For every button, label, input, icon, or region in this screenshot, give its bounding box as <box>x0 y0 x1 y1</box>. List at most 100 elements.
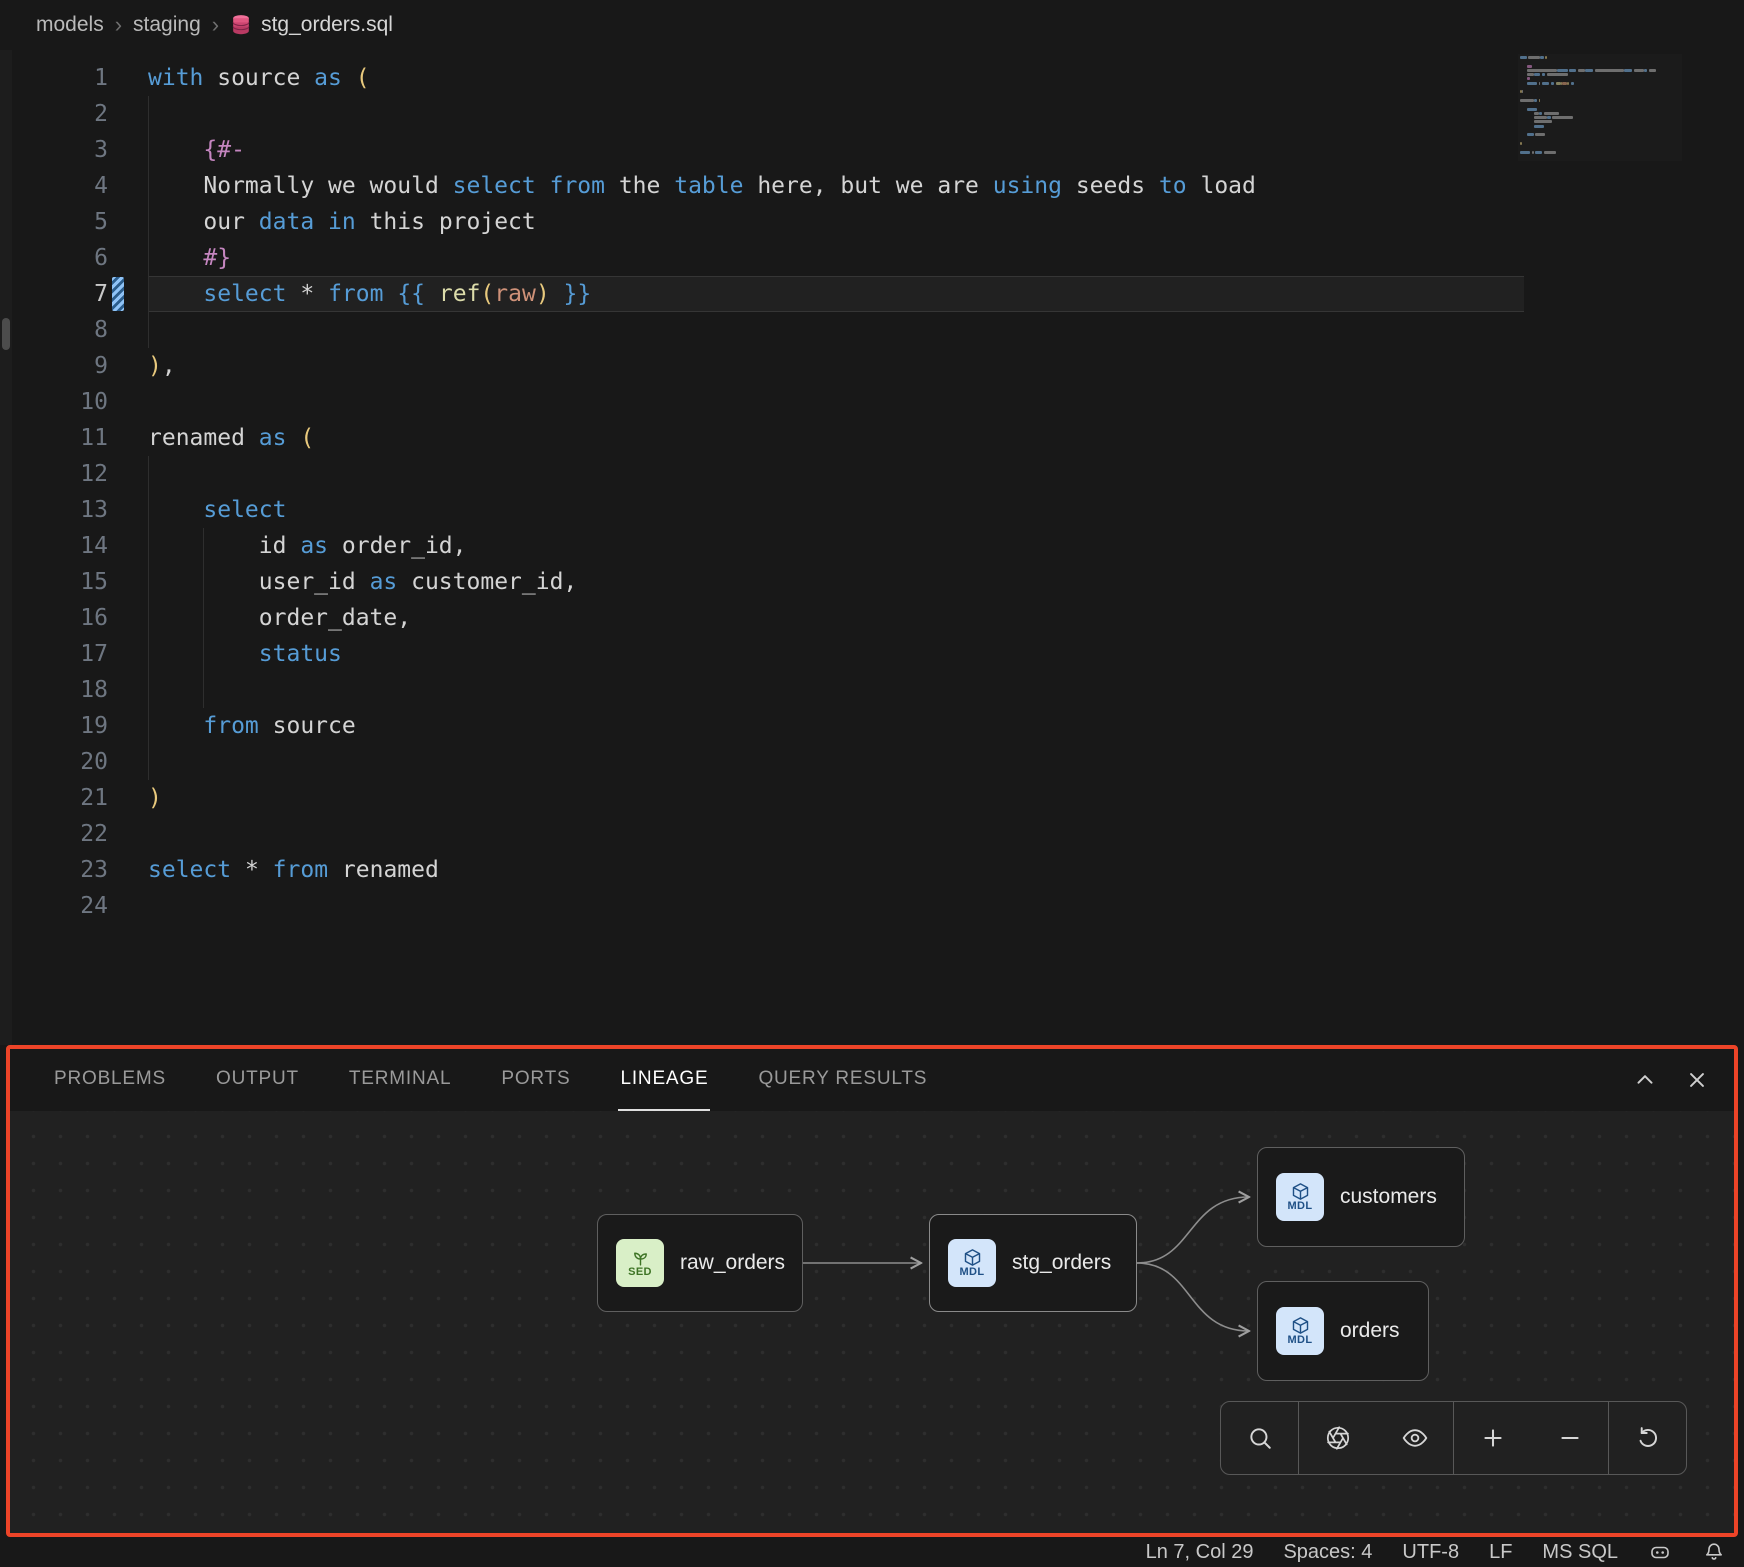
code-line-6[interactable]: 6 #} <box>12 240 1744 276</box>
code-line-22[interactable]: 22 <box>12 816 1744 852</box>
code-line-8[interactable]: 8 <box>12 312 1744 348</box>
status-encoding[interactable]: UTF-8 <box>1402 1541 1459 1564</box>
code-line-5[interactable]: 5 our data in this project <box>12 204 1744 240</box>
lineage-node-raw_orders[interactable]: SEDraw_orders <box>597 1214 803 1312</box>
line-number[interactable]: 11 <box>12 420 108 456</box>
line-number[interactable]: 22 <box>12 816 108 852</box>
line-number[interactable]: 7 <box>12 276 108 312</box>
line-number[interactable]: 5 <box>12 204 108 240</box>
eye-button[interactable] <box>1376 1402 1453 1474</box>
search-icon <box>1247 1425 1273 1451</box>
zoom-in-button[interactable] <box>1453 1402 1531 1474</box>
line-number[interactable]: 4 <box>12 168 108 204</box>
line-number[interactable]: 14 <box>12 528 108 564</box>
lineage-node-orders[interactable]: MDLorders <box>1257 1281 1429 1381</box>
line-number[interactable]: 9 <box>12 348 108 384</box>
vscode-window: models›staging› stg_orders.sql 1with sou… <box>0 0 1744 1567</box>
search-button[interactable] <box>1221 1402 1298 1474</box>
minimap-segment <box>1595 69 1624 72</box>
line-number[interactable]: 3 <box>12 132 108 168</box>
editor-area: 1with source as (23 {#-4 Normally we wou… <box>0 50 1744 1045</box>
code-line-14[interactable]: 14 id as order_id, <box>12 528 1744 564</box>
lineage-canvas[interactable]: SEDraw_orders MDLstg_orders MDLcustomers MD… <box>10 1111 1734 1533</box>
line-number[interactable]: 10 <box>12 384 108 420</box>
code-line-15[interactable]: 15 user_id as customer_id, <box>12 564 1744 600</box>
status-eol[interactable]: LF <box>1489 1541 1512 1564</box>
line-number[interactable]: 8 <box>12 312 108 348</box>
code-token: order_id, <box>328 533 466 559</box>
line-number[interactable]: 2 <box>12 96 108 132</box>
code-line-2[interactable]: 2 <box>12 96 1744 132</box>
breadcrumb-file[interactable]: stg_orders.sql <box>230 13 393 37</box>
code-token: user_id <box>148 569 370 595</box>
code-line-17[interactable]: 17 status <box>12 636 1744 672</box>
panel-tab-ports[interactable]: PORTS <box>499 1049 572 1111</box>
code-line-19[interactable]: 19 from source <box>12 708 1744 744</box>
aperture-icon <box>1325 1425 1351 1451</box>
code-line-21[interactable]: 21) <box>12 780 1744 816</box>
line-number[interactable]: 6 <box>12 240 108 276</box>
code-text: select * from renamed <box>148 852 1524 888</box>
bell-icon[interactable] <box>1702 1540 1726 1564</box>
database-icon <box>230 14 252 36</box>
line-number[interactable]: 17 <box>12 636 108 672</box>
line-number[interactable]: 18 <box>12 672 108 708</box>
code-line-1[interactable]: 1with source as ( <box>12 60 1744 96</box>
line-number[interactable]: 21 <box>12 780 108 816</box>
line-number[interactable]: 19 <box>12 708 108 744</box>
code-line-23[interactable]: 23 select * from renamed <box>12 852 1744 888</box>
lineage-node-label: raw_orders <box>680 1251 785 1275</box>
code-line-16[interactable]: 16 order_date, <box>12 600 1744 636</box>
code-line-9[interactable]: 9), <box>12 348 1744 384</box>
code-line-20[interactable]: 20 <box>12 744 1744 780</box>
code-line-11[interactable]: 11renamed as ( <box>12 420 1744 456</box>
aperture-button[interactable] <box>1298 1402 1376 1474</box>
breadcrumb-segment[interactable]: staging <box>133 13 201 37</box>
status-indentation[interactable]: Spaces: 4 <box>1283 1541 1372 1564</box>
line-number[interactable]: 24 <box>12 888 108 924</box>
lineage-toolbar <box>1220 1401 1687 1475</box>
panel-tab-terminal[interactable]: TERMINAL <box>347 1049 453 1111</box>
refresh-button[interactable] <box>1608 1402 1686 1474</box>
seed-glyph-icon <box>631 1248 650 1267</box>
minimap-line <box>1520 129 1680 132</box>
status-cursor-position[interactable]: Ln 7, Col 29 <box>1146 1541 1254 1564</box>
activity-bar-thumb[interactable] <box>2 318 10 350</box>
refresh-icon <box>1635 1425 1661 1451</box>
code-line-7[interactable]: 7 select * from {{ ref(raw) }} <box>12 276 1744 312</box>
code-line-18[interactable]: 18 <box>12 672 1744 708</box>
zoom-out-button[interactable] <box>1531 1402 1608 1474</box>
lineage-node-stg_orders[interactable]: MDLstg_orders <box>929 1214 1137 1312</box>
panel-tab-problems[interactable]: PROBLEMS <box>52 1049 168 1111</box>
code-line-3[interactable]: 3 {#- <box>12 132 1744 168</box>
code-line-24[interactable]: 24 <box>12 888 1744 924</box>
close-panel-icon[interactable] <box>1684 1067 1710 1093</box>
line-number[interactable]: 15 <box>12 564 108 600</box>
code-line-13[interactable]: 13 select <box>12 492 1744 528</box>
panel-tab-query-results[interactable]: QUERY RESULTS <box>756 1049 929 1111</box>
line-number[interactable]: 12 <box>12 456 108 492</box>
line-number[interactable]: 23 <box>12 852 108 888</box>
panel-tab-lineage[interactable]: LINEAGE <box>618 1049 710 1111</box>
minimap-segment <box>1527 82 1537 85</box>
line-number[interactable]: 1 <box>12 60 108 96</box>
code-token: * <box>245 857 259 883</box>
collapse-panel-icon[interactable] <box>1632 1067 1658 1093</box>
minimap-line <box>1520 142 1680 145</box>
minimap-segment <box>1520 77 1527 80</box>
lineage-node-customers[interactable]: MDLcustomers <box>1257 1147 1465 1247</box>
line-number[interactable]: 16 <box>12 600 108 636</box>
code-token <box>314 209 328 235</box>
panel-tab-output[interactable]: OUTPUT <box>214 1049 301 1111</box>
code-line-12[interactable]: 12 <box>12 456 1744 492</box>
status-language-mode[interactable]: MS SQL <box>1542 1541 1618 1564</box>
code-line-10[interactable]: 10 <box>12 384 1744 420</box>
line-number[interactable]: 13 <box>12 492 108 528</box>
copilot-icon[interactable] <box>1648 1540 1672 1564</box>
breadcrumb-segment[interactable]: models <box>36 13 104 37</box>
code-line-4[interactable]: 4 Normally we would select from the tabl… <box>12 168 1744 204</box>
minimap[interactable] <box>1518 54 1682 161</box>
code-editor[interactable]: 1with source as (23 {#-4 Normally we wou… <box>12 50 1744 1045</box>
line-number[interactable]: 20 <box>12 744 108 780</box>
model-icon: MDL <box>1276 1307 1324 1355</box>
